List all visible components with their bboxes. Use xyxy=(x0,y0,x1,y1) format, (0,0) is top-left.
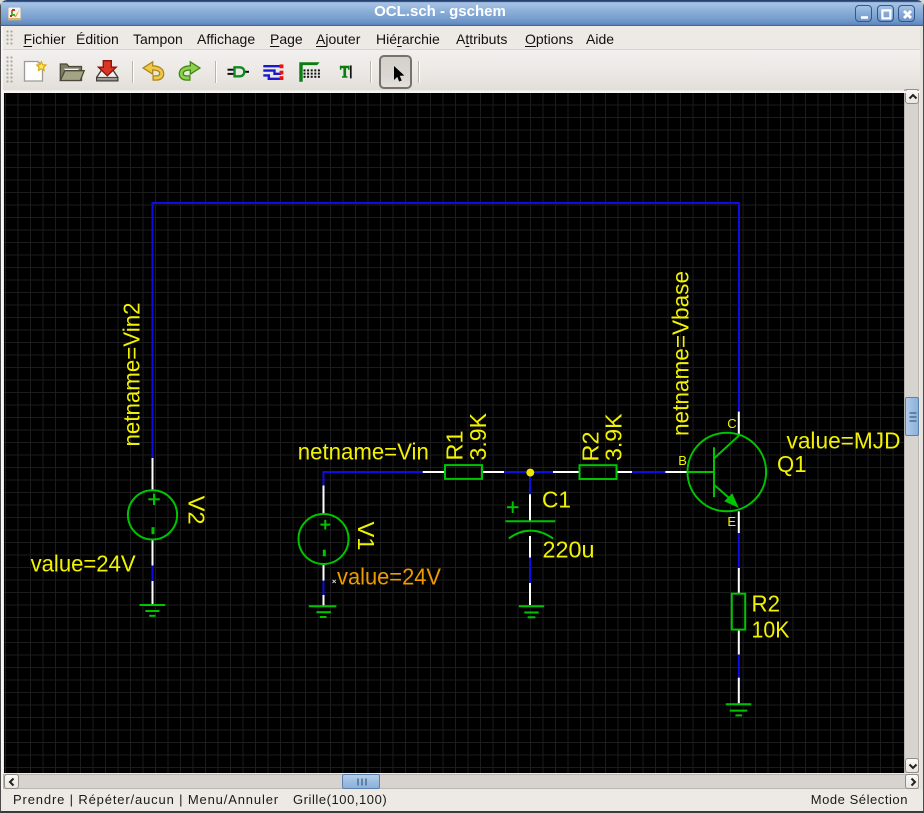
svg-text:value=24V: value=24V xyxy=(337,563,442,589)
svg-text:C: C xyxy=(727,416,736,431)
svg-text:value=MJD: value=MJD xyxy=(787,427,901,453)
svg-text:E: E xyxy=(727,514,736,529)
svg-text:V2: V2 xyxy=(184,496,210,525)
svg-text:C1: C1 xyxy=(542,487,571,513)
svg-text:netname=Vbase: netname=Vbase xyxy=(668,271,694,436)
svg-text:value=24V: value=24V xyxy=(31,550,137,576)
svg-text:R2: R2 xyxy=(752,591,781,617)
svg-text:V1: V1 xyxy=(353,522,379,551)
svg-text:3.9K: 3.9K xyxy=(601,413,627,461)
svg-text:netname=Vin: netname=Vin xyxy=(298,439,429,465)
svg-text:10K: 10K xyxy=(752,617,791,643)
svg-text:Q1: Q1 xyxy=(777,451,807,477)
svg-text:3.9K: 3.9K xyxy=(465,412,491,460)
svg-text:netname=Vin2: netname=Vin2 xyxy=(119,303,145,447)
svg-text:B: B xyxy=(678,453,687,468)
svg-text:220u: 220u xyxy=(543,537,595,563)
svg-text:R1: R1 xyxy=(442,431,468,461)
